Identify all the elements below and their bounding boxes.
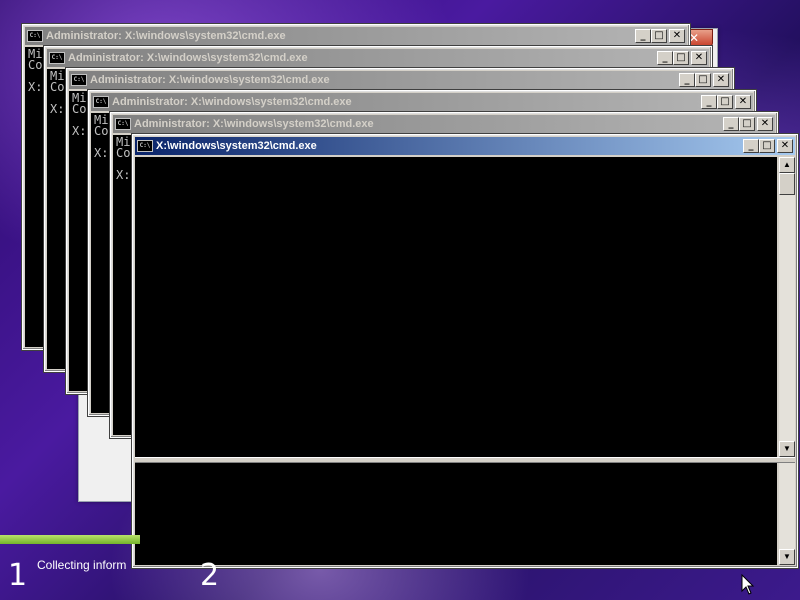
cmd-icon[interactable]: C:\ <box>115 118 131 130</box>
scroll-thumb[interactable] <box>779 173 795 195</box>
scroll-down-button[interactable]: ▼ <box>779 441 795 457</box>
titlebar[interactable]: C:\ Administrator: X:\windows\system32\c… <box>91 93 753 111</box>
scroll-down-button[interactable]: ▼ <box>779 549 795 565</box>
maximize-button[interactable]: □ <box>759 139 775 153</box>
scroll-up-button[interactable]: ▲ <box>779 157 795 173</box>
console-output-lower[interactable] <box>135 463 777 565</box>
maximize-button[interactable]: □ <box>673 51 689 65</box>
close-button[interactable]: ✕ <box>691 51 707 65</box>
maximize-button[interactable]: □ <box>717 95 733 109</box>
vertical-scrollbar[interactable]: ▼ <box>779 463 795 565</box>
minimize-button[interactable]: _ <box>723 117 739 131</box>
window-title: X:\windows\system32\cmd.exe <box>156 140 317 152</box>
cmd-window-active[interactable]: C:\ X:\windows\system32\cmd.exe _ □ ✕ ▲ … <box>131 133 799 569</box>
console-output-upper[interactable] <box>135 157 777 457</box>
window-title: Administrator: X:\windows\system32\cmd.e… <box>112 96 352 108</box>
close-button[interactable]: ✕ <box>713 73 729 87</box>
close-button[interactable]: ✕ <box>757 117 773 131</box>
window-title: Administrator: X:\windows\system32\cmd.e… <box>90 74 330 86</box>
minimize-button[interactable]: _ <box>701 95 717 109</box>
close-icon: ✕ <box>688 31 700 45</box>
window-title: Administrator: X:\windows\system32\cmd.e… <box>134 118 374 130</box>
window-title: Administrator: X:\windows\system32\cmd.e… <box>46 30 286 42</box>
maximize-button[interactable]: □ <box>739 117 755 131</box>
cmd-icon[interactable]: C:\ <box>49 52 65 64</box>
close-button[interactable]: ✕ <box>669 29 685 43</box>
maximize-button[interactable]: □ <box>651 29 667 43</box>
minimize-button[interactable]: _ <box>679 73 695 87</box>
close-button[interactable]: ✕ <box>777 139 793 153</box>
minimize-button[interactable]: _ <box>743 139 759 153</box>
minimize-button[interactable]: _ <box>657 51 673 65</box>
cmd-icon[interactable]: C:\ <box>93 96 109 108</box>
titlebar[interactable]: C:\ Administrator: X:\windows\system32\c… <box>69 71 731 89</box>
titlebar[interactable]: C:\ Administrator: X:\windows\system32\c… <box>25 27 687 45</box>
cmd-icon[interactable]: C:\ <box>71 74 87 86</box>
step-number-2: 2 <box>200 558 220 593</box>
mouse-cursor-icon <box>741 574 755 595</box>
setup-progress-bar <box>0 535 140 544</box>
vertical-scrollbar[interactable]: ▲ ▼ <box>779 157 795 457</box>
titlebar[interactable]: C:\ Administrator: X:\windows\system32\c… <box>47 49 709 67</box>
cmd-icon[interactable]: C:\ <box>27 30 43 42</box>
step-number-1: 1 <box>8 558 28 593</box>
close-button[interactable]: ✕ <box>735 95 751 109</box>
setup-status-text: Collecting inform <box>37 558 127 572</box>
cmd-icon[interactable]: C:\ <box>137 140 153 152</box>
window-title: Administrator: X:\windows\system32\cmd.e… <box>68 52 308 64</box>
titlebar[interactable]: C:\ X:\windows\system32\cmd.exe _ □ ✕ <box>135 137 795 155</box>
titlebar[interactable]: C:\ Administrator: X:\windows\system32\c… <box>113 115 775 133</box>
minimize-button[interactable]: _ <box>635 29 651 43</box>
maximize-button[interactable]: □ <box>695 73 711 87</box>
